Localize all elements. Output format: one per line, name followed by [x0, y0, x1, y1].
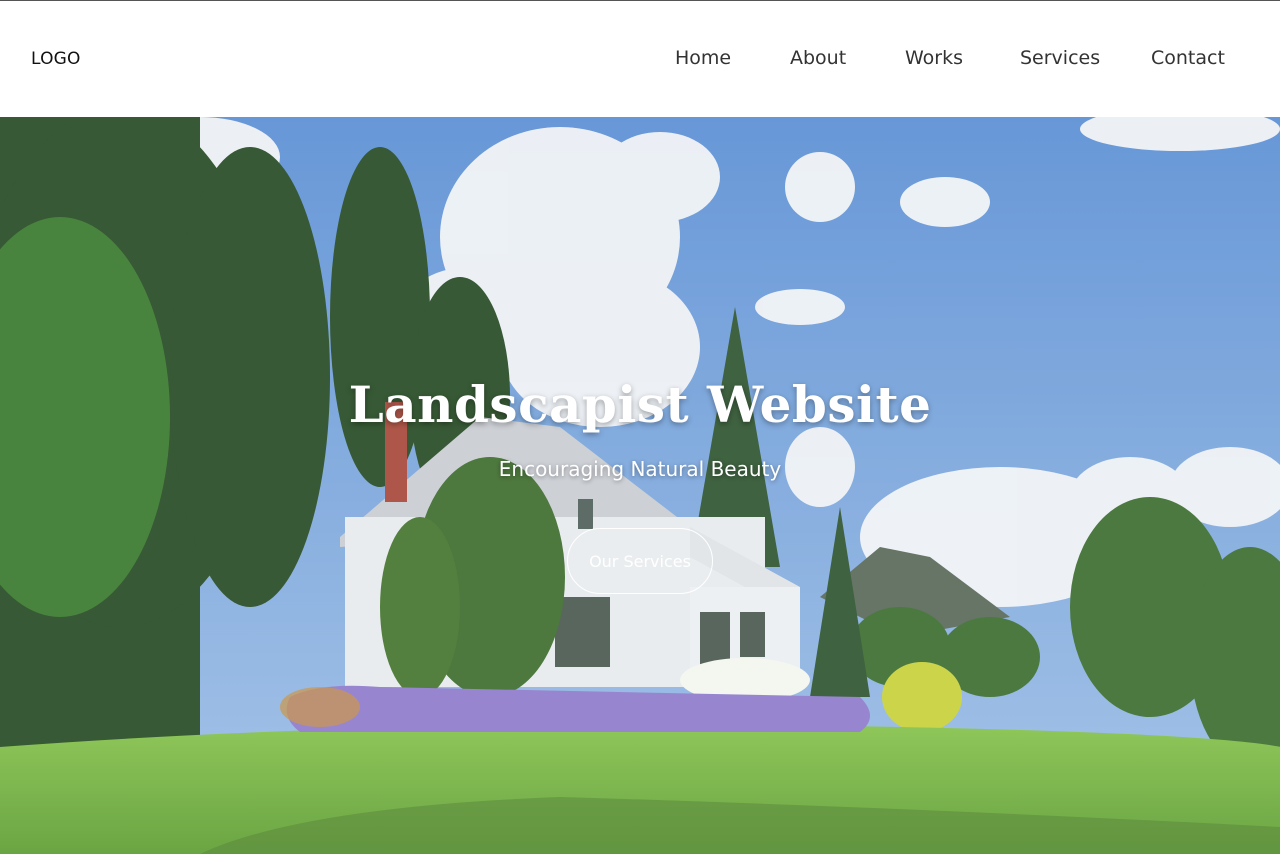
navbar: LOGO Home About Works Services Contact — [0, 0, 1280, 117]
our-services-button[interactable]: Our Services — [567, 528, 713, 594]
nav-contact[interactable]: Contact — [1151, 47, 1225, 69]
nav-services[interactable]: Services — [1020, 47, 1100, 69]
hero-section: Landscapist Website Encouraging Natural … — [0, 117, 1280, 854]
main-nav: Home About Works Services Contact — [0, 47, 1280, 75]
nav-home[interactable]: Home — [675, 47, 731, 69]
nav-about[interactable]: About — [790, 47, 846, 69]
hero-subtitle: Encouraging Natural Beauty — [498, 457, 782, 481]
nav-works[interactable]: Works — [905, 47, 963, 69]
hero-title: Landscapist Website — [348, 375, 932, 434]
hero-background-image — [0, 117, 1280, 854]
